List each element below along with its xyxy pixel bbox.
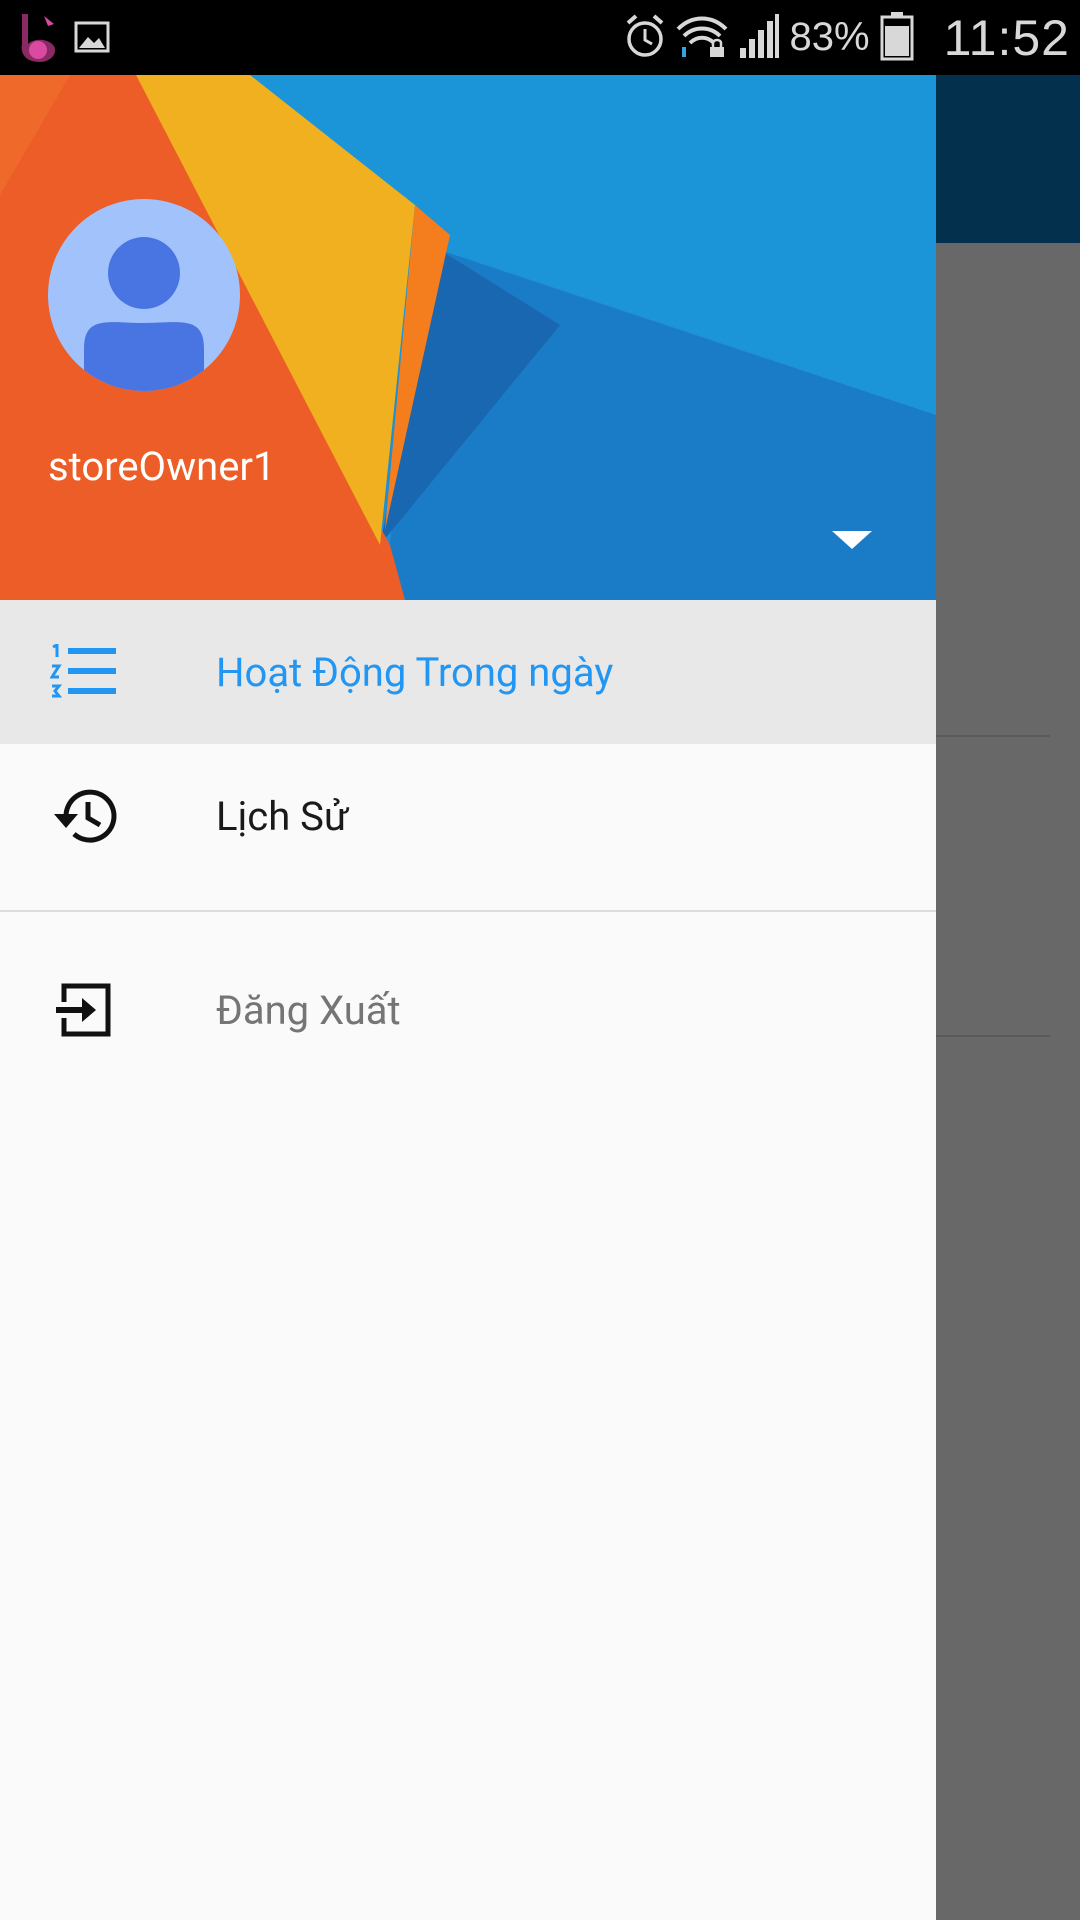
menu-item-label: Đăng Xuất [216,986,401,1034]
menu-item-daily-activity[interactable]: Hoạt Động Trong ngày [0,600,936,744]
alarm-icon [624,13,666,63]
navigation-drawer: storeOwner1 Hoạt Động Trong ngày Lịch Sử [0,75,936,1920]
drawer-header: storeOwner1 [0,75,936,600]
status-bar: 83% 11:52 [0,0,1080,75]
status-bar-right: 83% 11:52 [624,0,1070,75]
person-icon [84,237,204,391]
clock: 11:52 [943,9,1070,66]
battery-percent: 83% [789,15,870,59]
menu-item-logout[interactable]: Đăng Xuất [0,938,936,1082]
status-bar-left [14,10,110,68]
background-divider [936,1035,1050,1037]
menu-item-label: Hoạt Động Trong ngày [216,648,614,696]
menu-divider [0,910,936,912]
logout-icon [48,974,120,1046]
numbered-list-icon [48,636,120,708]
username: storeOwner1 [48,443,276,490]
music-app-icon [14,10,60,68]
background-toolbar [936,75,1080,243]
background-divider [936,735,1050,737]
gallery-icon [74,19,110,59]
signal-icon [738,12,780,64]
avatar[interactable] [48,199,240,391]
wifi-icon [676,13,728,63]
menu-item-history[interactable]: Lịch Sử [0,744,936,888]
battery-icon [880,11,914,65]
menu-item-label: Lịch Sử [216,792,349,840]
account-dropdown-arrow-icon[interactable] [832,531,872,549]
history-icon [48,780,120,852]
